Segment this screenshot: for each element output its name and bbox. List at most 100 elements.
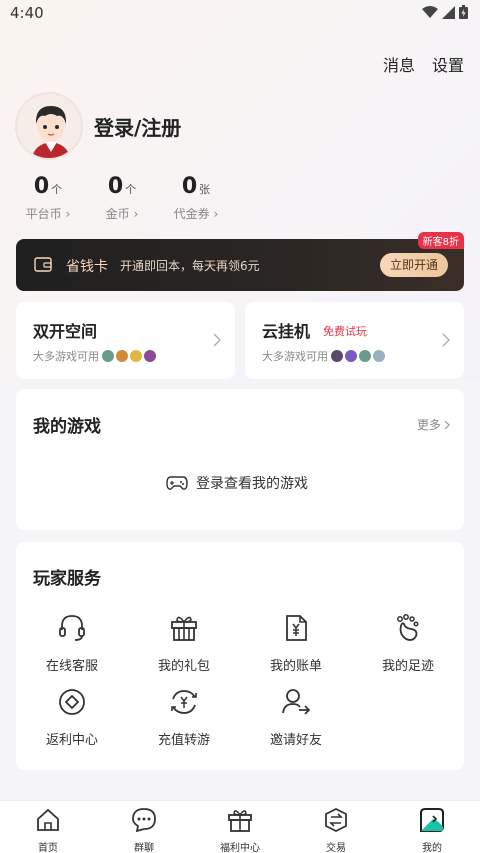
chat-icon (132, 808, 156, 833)
bill-icon (286, 615, 307, 641)
chevron-right-icon (213, 333, 221, 347)
stat-value: 0 (33, 174, 50, 199)
service-label: 返利中心 (45, 733, 98, 748)
footprint-icon (397, 614, 419, 641)
dual-space-subtitle-row: 大多游戏可用 (33, 348, 156, 364)
nav-label: 交易 (326, 843, 346, 853)
my-games-title: 我的游戏 (33, 417, 101, 437)
header-actions: 消息 设置 (383, 52, 464, 76)
nav-mine[interactable]: 我的 (384, 807, 480, 853)
chevron-right-icon (444, 420, 450, 429)
headset-icon (59, 615, 85, 641)
login-view-games-label: 登录查看我的游戏 (196, 476, 308, 492)
status-time: 4:40 (10, 4, 44, 22)
game-thumb-icon (116, 350, 128, 362)
nav-welfare-center[interactable]: 福利中心 (192, 807, 288, 853)
battery-icon (459, 5, 468, 19)
dual-space-subtitle: 大多游戏可用 (33, 350, 99, 363)
stat-label: 金币 (105, 207, 130, 221)
nav-home[interactable]: 首页 (0, 807, 96, 853)
service-invite-friend[interactable]: 邀请好友 (240, 686, 352, 748)
bottom-navigation: 首页 群聊 福利中心 交易 我的 (0, 800, 480, 853)
stat-value: 0 (107, 174, 124, 199)
service-label: 邀请好友 (269, 733, 322, 748)
nav-label: 群聊 (134, 843, 154, 853)
chevron-right-icon (442, 333, 450, 347)
invite-friend-icon (282, 689, 311, 715)
wifi-icon (422, 5, 438, 18)
service-label: 我的礼包 (157, 659, 210, 674)
chevron-right-icon: › (133, 207, 139, 221)
dual-space-title: 双开空间 (33, 322, 98, 341)
service-rebate-center[interactable]: 返利中心 (16, 686, 128, 748)
nav-group-chat[interactable]: 群聊 (96, 807, 192, 853)
signal-icon (442, 5, 455, 19)
stat-voucher[interactable]: 0张 代金券 › (156, 174, 236, 222)
service-label: 我的足迹 (381, 659, 434, 674)
settings-button[interactable]: 设置 (432, 52, 464, 76)
player-services-title: 玩家服务 (33, 569, 101, 589)
open-now-button[interactable]: 立即开通 (379, 253, 448, 277)
new-customer-badge: 新客8折 (417, 232, 464, 249)
nav-label: 福利中心 (220, 843, 260, 853)
home-icon (37, 808, 59, 831)
game-thumb-icon (130, 350, 142, 362)
money-saving-card[interactable]: 省钱卡 开通即回本，每天再领6元 立即开通 新客8折 (16, 232, 464, 291)
game-thumb-icon (345, 350, 357, 362)
gamepad-icon (166, 476, 188, 490)
status-icons (422, 5, 468, 19)
gift-icon (171, 616, 197, 641)
my-games-section: 我的游戏 更多 登录查看我的游戏 (16, 389, 464, 530)
game-thumb-icon (373, 350, 385, 362)
wallet-icon (34, 257, 52, 272)
nav-label: 首页 (38, 843, 58, 853)
login-view-games-button[interactable]: 登录查看我的游戏 (166, 473, 308, 493)
game-icons (331, 350, 385, 362)
service-my-gifts[interactable]: 我的礼包 (128, 612, 240, 674)
cloud-hang-card[interactable]: 云挂机 免费试玩 大多游戏可用 (245, 302, 464, 379)
free-trial-tag: 免费试玩 (323, 325, 367, 338)
login-register-link[interactable]: 登录/注册 (94, 112, 181, 141)
gift-box-icon (228, 810, 252, 832)
money-card-title: 省钱卡 (66, 259, 108, 275)
money-card-description: 开通即回本，每天再领6元 (120, 259, 260, 273)
game-thumb-icon (359, 350, 371, 362)
more-label: 更多 (416, 418, 441, 432)
service-recharge-transfer[interactable]: 充值转游 (128, 686, 240, 748)
dual-space-card[interactable]: 双开空间 大多游戏可用 (16, 302, 235, 379)
stat-gold-coin[interactable]: 0个 金币 › (82, 174, 162, 222)
trade-icon (325, 807, 347, 833)
more-games-link[interactable]: 更多 (417, 416, 450, 433)
game-icons (102, 350, 156, 362)
recharge-transfer-icon (171, 690, 197, 714)
stat-platform-coin[interactable]: 0个 平台币 › (8, 174, 88, 222)
player-services-section: 玩家服务 在线客服 我的礼包 我的账单 我的足迹 返利中心 充值转游 邀请好友 (16, 542, 464, 770)
messages-button[interactable]: 消息 (383, 52, 415, 76)
stat-label: 平台币 (25, 207, 62, 221)
cloud-hang-title: 云挂机 (262, 322, 311, 341)
profile-icon (420, 808, 444, 832)
game-thumb-icon (331, 350, 343, 362)
chevron-right-icon: › (65, 207, 71, 221)
stat-value: 0 (181, 174, 198, 199)
status-bar: 4:40 (0, 0, 480, 26)
service-online-support[interactable]: 在线客服 (16, 612, 128, 674)
avatar[interactable] (15, 92, 83, 160)
chevron-right-icon: › (213, 207, 219, 221)
rebate-icon (59, 689, 85, 715)
service-label: 在线客服 (45, 659, 98, 674)
nav-label: 我的 (422, 843, 442, 853)
cloud-hang-subtitle: 大多游戏可用 (262, 350, 328, 363)
cloud-hang-subtitle-row: 大多游戏可用 (262, 348, 385, 364)
stat-unit: 个 (51, 183, 63, 196)
stat-unit: 个 (125, 183, 137, 196)
game-thumb-icon (102, 350, 114, 362)
avatar-illustration-icon (17, 94, 81, 158)
service-my-bill[interactable]: 我的账单 (240, 612, 352, 674)
service-label: 充值转游 (157, 733, 210, 748)
stat-label: 代金券 (173, 207, 210, 221)
service-label: 我的账单 (269, 659, 322, 674)
nav-trade[interactable]: 交易 (288, 807, 384, 853)
service-my-footprint[interactable]: 我的足迹 (352, 612, 464, 674)
stat-unit: 张 (199, 183, 211, 196)
